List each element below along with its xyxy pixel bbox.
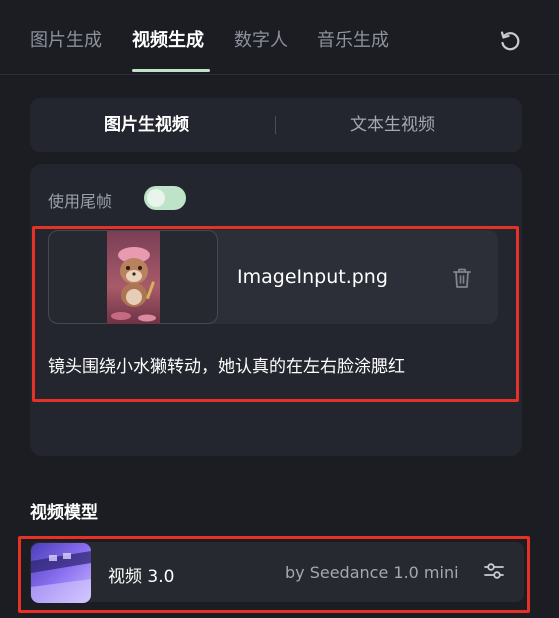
generation-mode-switch: 图片生视频 文本生视频 — [30, 98, 522, 152]
highlight-box-model — [18, 536, 530, 613]
tab-image-generation[interactable]: 图片生成 — [30, 30, 102, 52]
model-section-title: 视频模型 — [30, 503, 98, 523]
mode-divider — [275, 116, 276, 134]
tab-digital-human[interactable]: 数字人 — [234, 30, 288, 52]
top-tab-bar: 图片生成 视频生成 数字人 音乐生成 — [0, 0, 559, 75]
mode-text-to-video[interactable]: 文本生视频 — [350, 114, 435, 136]
highlight-box-input — [32, 226, 519, 402]
refresh-icon[interactable] — [497, 28, 523, 54]
mode-image-to-video[interactable]: 图片生视频 — [104, 114, 189, 136]
active-tab-indicator — [132, 69, 210, 72]
tab-video-generation[interactable]: 视频生成 — [132, 30, 204, 52]
tail-frame-toggle[interactable] — [144, 186, 186, 210]
toggle-knob — [147, 189, 165, 207]
tab-music-generation[interactable]: 音乐生成 — [317, 30, 389, 52]
tail-frame-label: 使用尾帧 — [48, 192, 113, 211]
